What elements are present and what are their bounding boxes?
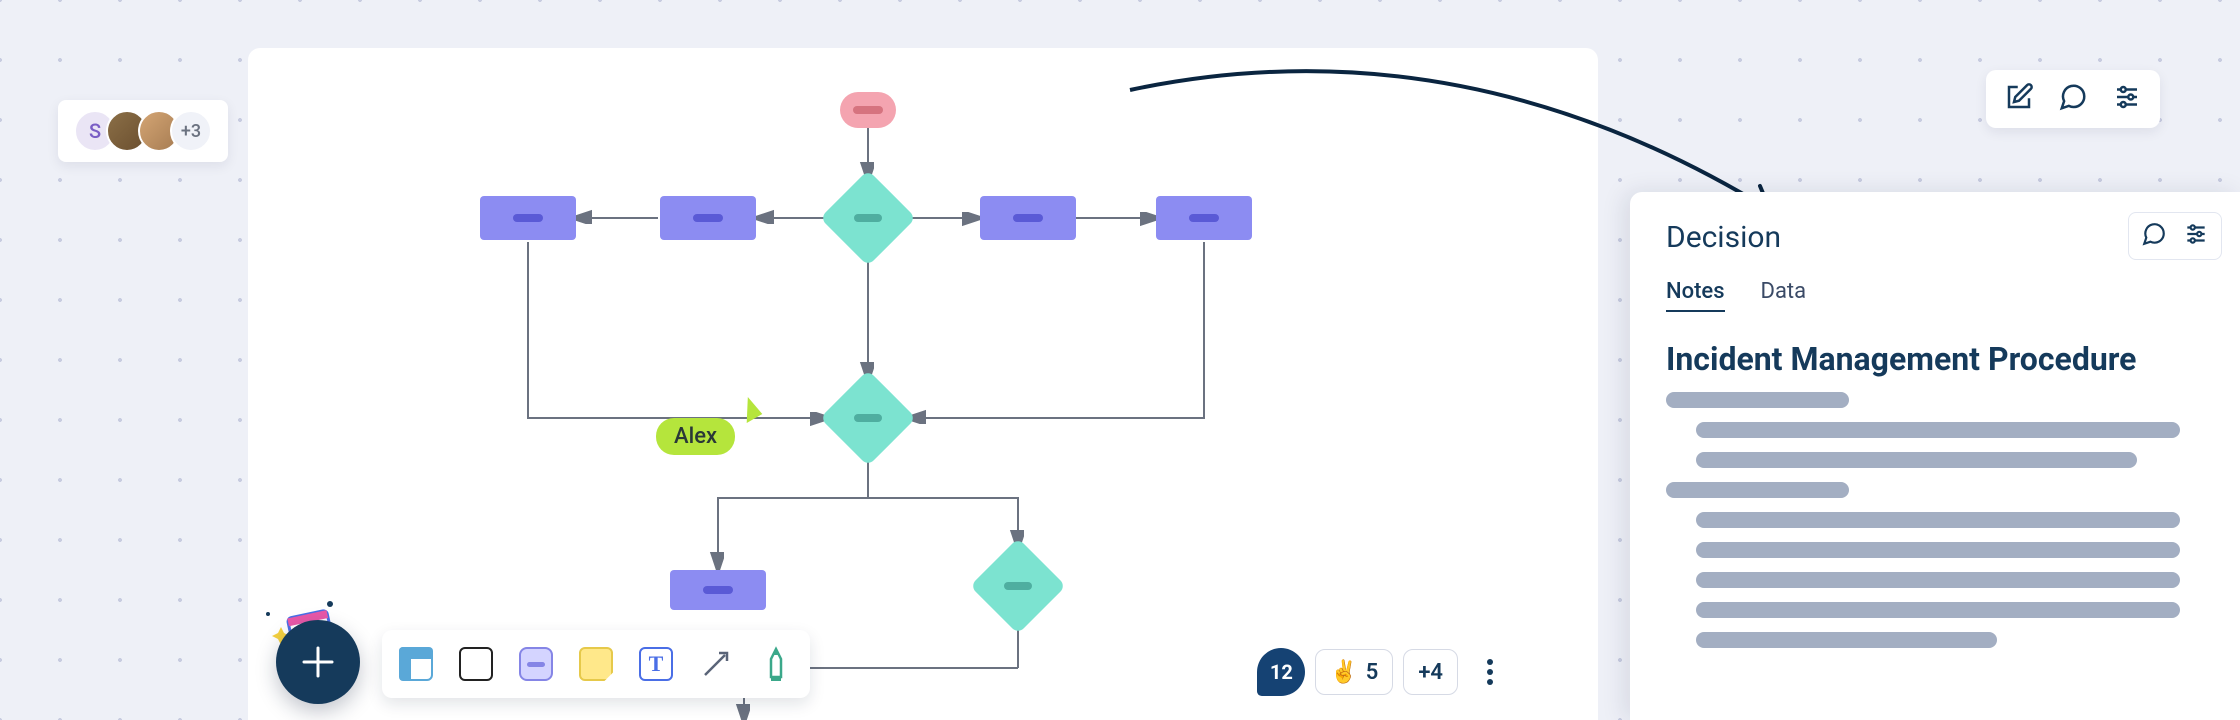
node-placeholder-bar xyxy=(854,414,882,422)
comment-icon xyxy=(2141,221,2167,247)
reaction-emoji-pill[interactable]: ✌️ 5 xyxy=(1315,649,1393,695)
presence-avatar-bar[interactable]: S +3 xyxy=(58,100,228,162)
plus-icon xyxy=(300,644,336,680)
flowchart-process-node-1[interactable] xyxy=(480,196,576,240)
add-element-fab[interactable] xyxy=(276,620,360,704)
text-icon: T xyxy=(639,647,673,681)
sliders-icon xyxy=(2112,82,2142,112)
page-actions-toolbar xyxy=(1986,70,2160,128)
reaction-more-pill[interactable]: +4 xyxy=(1403,649,1458,695)
tool-rectangle[interactable] xyxy=(456,644,496,684)
tool-container[interactable] xyxy=(396,644,436,684)
pen-icon xyxy=(761,645,791,683)
container-icon xyxy=(399,647,433,681)
tool-sticky-note[interactable] xyxy=(576,644,616,684)
node-placeholder-bar xyxy=(853,106,883,114)
tab-notes[interactable]: Notes xyxy=(1666,279,1725,312)
flowchart-edges xyxy=(248,48,1598,720)
comment-icon xyxy=(2058,82,2088,112)
flowchart-process-node-2[interactable] xyxy=(660,196,756,240)
panel-tabs: Notes Data xyxy=(1666,279,2204,312)
comment-button[interactable] xyxy=(2058,82,2088,116)
tool-connector[interactable] xyxy=(696,644,736,684)
panel-comment-button[interactable] xyxy=(2141,221,2167,251)
node-placeholder-bar xyxy=(854,214,882,222)
arrow-icon xyxy=(699,647,733,681)
details-side-panel: Decision Notes Data Incident Management … xyxy=(1630,192,2240,720)
flowchart-start-node[interactable] xyxy=(840,92,896,128)
edit-button[interactable] xyxy=(2004,82,2034,116)
panel-settings-button[interactable] xyxy=(2183,221,2209,251)
rectangle-icon xyxy=(459,647,493,681)
flowchart-process-node-4[interactable] xyxy=(1156,196,1252,240)
canvas-panel[interactable]: Alex 12 ✌️ 5 +4 xyxy=(248,48,1598,720)
panel-title: Decision xyxy=(1666,220,2204,255)
tool-pen[interactable] xyxy=(756,644,796,684)
sliders-icon xyxy=(2183,221,2209,247)
peace-emoji-icon: ✌️ xyxy=(1330,660,1357,685)
reactions-bar: 12 ✌️ 5 +4 xyxy=(1257,648,1512,696)
node-placeholder-bar xyxy=(703,586,733,594)
settings-button[interactable] xyxy=(2112,82,2142,116)
panel-note-heading: Incident Management Procedure xyxy=(1666,340,2204,378)
edit-icon xyxy=(2004,82,2034,112)
collaborator-cursor-label: Alex xyxy=(656,418,735,455)
node-placeholder-bar xyxy=(1189,214,1219,222)
flowchart-process-node-5[interactable] xyxy=(670,570,766,610)
comment-count-bubble[interactable]: 12 xyxy=(1257,648,1305,696)
reaction-emoji-count: 5 xyxy=(1366,660,1379,685)
avatar-overflow[interactable]: +3 xyxy=(170,110,212,152)
tool-card[interactable] xyxy=(516,644,556,684)
node-placeholder-bar xyxy=(1004,582,1032,590)
panel-actions xyxy=(2128,212,2222,260)
tool-text[interactable]: T xyxy=(636,644,676,684)
node-placeholder-bar xyxy=(513,214,543,222)
card-icon xyxy=(519,647,553,681)
node-placeholder-bar xyxy=(693,214,723,222)
shape-toolbar: T xyxy=(382,630,810,698)
sticky-note-icon xyxy=(579,647,613,681)
node-placeholder-bar xyxy=(1013,214,1043,222)
reactions-overflow-button[interactable] xyxy=(1468,650,1512,694)
panel-note-body xyxy=(1666,392,2204,648)
flowchart-process-node-3[interactable] xyxy=(980,196,1076,240)
tab-data[interactable]: Data xyxy=(1761,279,1807,312)
